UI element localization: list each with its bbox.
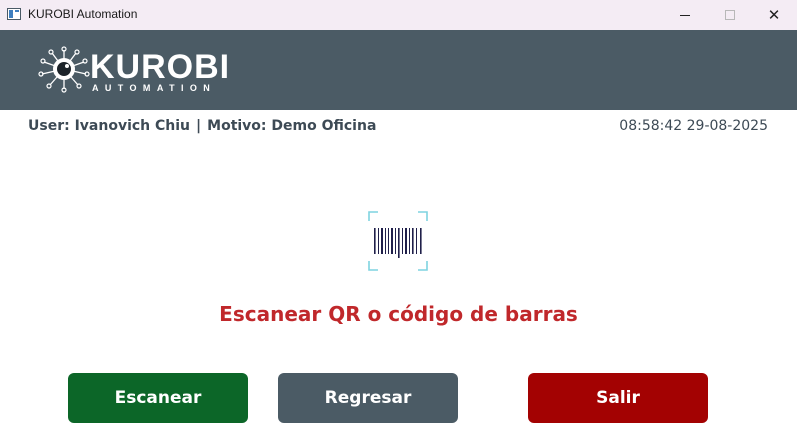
- scan-button[interactable]: Escanear: [68, 373, 248, 423]
- window-title: KUROBI Automation: [28, 7, 138, 21]
- logo-name: KUROBI: [90, 48, 231, 86]
- app-icon: [7, 8, 21, 20]
- header-banner: KUROBI AUTOMATION: [0, 30, 797, 110]
- user-label: User: Ivanovich Chiu: [28, 118, 191, 134]
- info-separator: |: [196, 118, 202, 134]
- minimize-button[interactable]: [662, 0, 708, 30]
- scan-prompt: Escanear QR o código de barras: [219, 302, 578, 326]
- back-button[interactable]: Regresar: [278, 373, 458, 423]
- datetime-display: 08:58:42 29-08-2025: [619, 118, 768, 134]
- eye-circuit-logo-icon: [38, 46, 90, 93]
- title-bar[interactable]: KUROBI Automation ✕: [0, 0, 797, 30]
- logo: KUROBI AUTOMATION: [38, 44, 238, 94]
- exit-button[interactable]: Salir: [528, 373, 708, 423]
- session-info: User: Ivanovich Chiu | Motivo: Demo Oficin…: [28, 118, 376, 134]
- barcode-scan-icon: [368, 211, 428, 271]
- maximize-icon: [725, 10, 735, 20]
- logo-tagline: AUTOMATION: [92, 83, 217, 93]
- close-icon: ✕: [767, 5, 781, 24]
- reason-label: Motivo: Demo Oficina: [207, 118, 377, 134]
- maximize-button[interactable]: [707, 0, 753, 30]
- app-window: KUROBI Automation ✕ KUROBI AUTOMATION Us…: [0, 0, 797, 441]
- close-button[interactable]: ✕: [751, 0, 797, 30]
- minimize-icon: [680, 14, 690, 16]
